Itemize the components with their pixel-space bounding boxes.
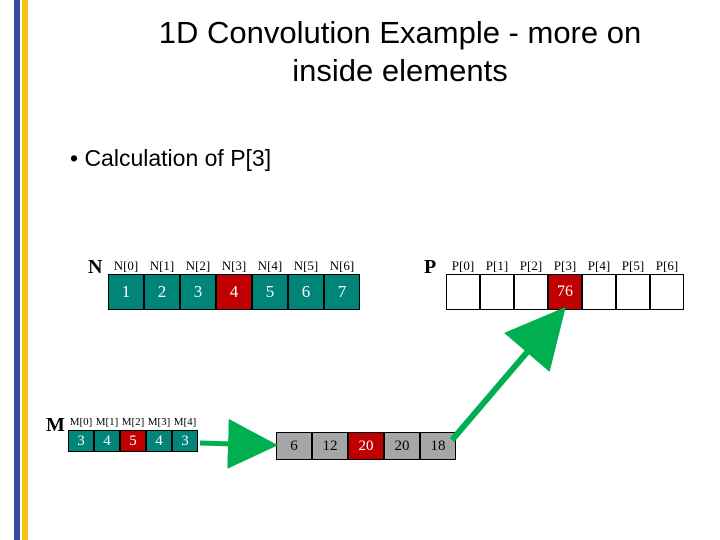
array-cell: 5: [120, 430, 146, 452]
array-cell: 4: [216, 274, 252, 310]
array-cell: 12: [312, 432, 348, 460]
array-label: M[0]: [68, 416, 94, 428]
array-label: M[4]: [172, 416, 198, 428]
array-cell: 6: [276, 432, 312, 460]
array-label: M[2]: [120, 416, 146, 428]
array-cell: [650, 274, 684, 310]
array-cell: 2: [144, 274, 180, 310]
array-cell: [616, 274, 650, 310]
array-cell: 6: [288, 274, 324, 310]
array-cell: 3: [180, 274, 216, 310]
stripe-blue: [14, 0, 20, 540]
array-label: P[4]: [582, 258, 616, 274]
array-cell: 1: [108, 274, 144, 310]
array-label: N[2]: [180, 258, 216, 274]
array-N-labels: N[0]N[1]N[2]N[3]N[4]N[5]N[6]: [108, 258, 360, 274]
bullet-text: • Calculation of P[3]: [70, 145, 271, 172]
array-cell: 3: [172, 430, 198, 452]
array-M-cells: 34543: [68, 430, 198, 452]
array-cell: 4: [146, 430, 172, 452]
array-N-cells: 1234567: [108, 274, 360, 310]
array-cell: 3: [68, 430, 94, 452]
array-M-letter: M: [46, 414, 65, 437]
array-label: P[5]: [616, 258, 650, 274]
array-label: N[3]: [216, 258, 252, 274]
array-P-labels: P[0]P[1]P[2]P[3]P[4]P[5]P[6]: [446, 258, 684, 274]
array-cell: 4: [94, 430, 120, 452]
product-row-cells: 612202018: [276, 432, 456, 460]
array-label: N[5]: [288, 258, 324, 274]
arrow-products-to-P3: [440, 300, 600, 450]
array-label: N[0]: [108, 258, 144, 274]
array-label: M[1]: [94, 416, 120, 428]
array-label: P[1]: [480, 258, 514, 274]
array-label: P[0]: [446, 258, 480, 274]
array-P-letter: P: [424, 256, 436, 279]
array-cell: 20: [384, 432, 420, 460]
array-label: P[3]: [548, 258, 582, 274]
array-M-labels: M[0]M[1]M[2]M[3]M[4]: [68, 416, 198, 428]
array-label: N[1]: [144, 258, 180, 274]
array-label: N[6]: [324, 258, 360, 274]
array-label: M[3]: [146, 416, 172, 428]
array-cell: 5: [252, 274, 288, 310]
array-cell: 20: [348, 432, 384, 460]
page-title: 1D Convolution Example - more on inside …: [130, 14, 670, 90]
stripe-yellow: [22, 0, 28, 540]
array-N-letter: N: [88, 256, 102, 279]
array-label: P[2]: [514, 258, 548, 274]
arrow-m-to-products: [198, 433, 278, 461]
array-label: N[4]: [252, 258, 288, 274]
array-cell: 7: [324, 274, 360, 310]
array-label: P[6]: [650, 258, 684, 274]
